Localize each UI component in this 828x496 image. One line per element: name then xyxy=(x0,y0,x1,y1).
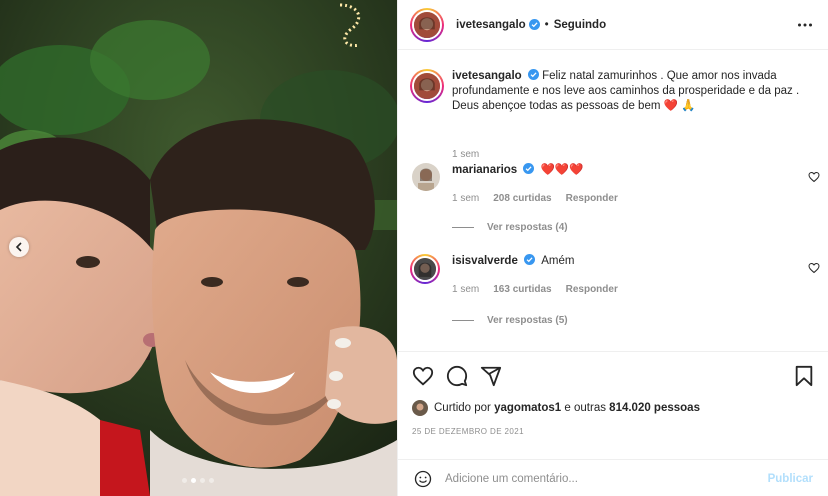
comment-avatar[interactable] xyxy=(410,254,440,284)
comment-avatar[interactable] xyxy=(412,163,440,191)
caption-body: ivetesangalo Feliz natal zamurinhos . Qu… xyxy=(452,69,822,114)
instagram-post: ivetesangalo • Seguindo ivetesangalo Fel… xyxy=(0,0,828,496)
header-separator: • xyxy=(544,18,549,31)
post-actions: Curtido por yagomatos1 e outras 814.020 … xyxy=(398,351,828,496)
caption-username-link[interactable]: ivetesangalo xyxy=(452,70,522,82)
comment-text: ❤️❤️❤️ xyxy=(540,164,584,176)
avatar-image xyxy=(412,163,440,191)
liked-by-middle: e outras xyxy=(564,402,606,414)
verified-icon xyxy=(528,19,540,30)
liked-by-prefix: Curtido por xyxy=(434,402,491,414)
carousel-dot xyxy=(200,478,205,483)
likes-count-link[interactable]: 814.020 pessoas xyxy=(609,402,700,414)
verified-icon xyxy=(527,69,539,80)
following-button[interactable]: Seguindo xyxy=(554,19,606,31)
bookmark-icon[interactable] xyxy=(793,365,815,387)
carousel-dot xyxy=(209,478,214,483)
view-replies-button[interactable]: Ver respostas (4) xyxy=(452,222,568,233)
more-icon[interactable] xyxy=(797,18,813,32)
replies-line xyxy=(452,227,474,228)
replies-line xyxy=(452,320,474,321)
view-replies-label: Ver respostas (4) xyxy=(487,222,568,233)
post-header: ivetesangalo • Seguindo xyxy=(398,0,828,50)
post-photo[interactable] xyxy=(0,0,397,496)
carousel-prev-button[interactable] xyxy=(9,237,29,257)
view-replies-label: Ver respostas (5) xyxy=(487,315,568,326)
comment-input[interactable] xyxy=(445,472,745,485)
emoji-icon[interactable] xyxy=(414,470,432,488)
carousel-dot-active xyxy=(191,478,196,483)
heart-icon[interactable] xyxy=(412,365,434,387)
author-avatar[interactable] xyxy=(410,7,444,42)
comment-text: Amém xyxy=(541,255,575,267)
avatar-image xyxy=(414,258,436,280)
liked-by: Curtido por yagomatos1 e outras 814.020 … xyxy=(412,400,700,416)
comment-username-link[interactable]: marianarios xyxy=(452,164,517,176)
verified-icon xyxy=(524,254,536,265)
publish-button[interactable]: Publicar xyxy=(768,473,813,485)
comment-likes[interactable]: 163 curtidas xyxy=(493,284,551,295)
comment-heart-icon[interactable] xyxy=(808,171,820,183)
photo-scene xyxy=(0,0,397,496)
chevron-left-icon xyxy=(15,242,22,252)
avatar-image xyxy=(412,400,428,416)
reply-button[interactable]: Responder xyxy=(566,284,618,295)
reply-button[interactable]: Responder xyxy=(566,193,618,204)
comment-time[interactable]: 1 sem xyxy=(452,284,479,295)
liker-avatar[interactable] xyxy=(412,400,428,416)
liked-by-user-link[interactable]: yagomatos1 xyxy=(494,402,561,414)
post-date[interactable]: 25 DE DEZEMBRO DE 2021 xyxy=(412,427,524,436)
caption-time[interactable]: 1 sem xyxy=(452,149,479,160)
carousel-dots xyxy=(182,478,214,483)
verified-icon xyxy=(523,163,535,174)
caption-emojis: ❤️ 🙏 xyxy=(663,100,696,112)
carousel-dot xyxy=(182,478,187,483)
comment-meta: 1 sem 163 curtidas Responder xyxy=(452,284,618,295)
add-comment-bar: Publicar xyxy=(398,459,828,496)
comment-icon[interactable] xyxy=(446,365,468,387)
comments-list: ivetesangalo Feliz natal zamurinhos . Qu… xyxy=(398,51,828,351)
share-icon[interactable] xyxy=(480,365,502,387)
caption-meta: 1 sem xyxy=(452,149,479,160)
comment-body: isisvalverde Amém xyxy=(452,254,792,269)
view-replies-button[interactable]: Ver respostas (5) xyxy=(452,315,568,326)
post-side-panel: ivetesangalo • Seguindo ivetesangalo Fel… xyxy=(397,0,828,496)
avatar-image xyxy=(414,73,440,99)
comment-heart-icon[interactable] xyxy=(808,262,820,274)
author-username-link[interactable]: ivetesangalo xyxy=(456,19,526,31)
comment-meta: 1 sem 208 curtidas Responder xyxy=(452,193,618,204)
comment-username-link[interactable]: isisvalverde xyxy=(452,255,518,267)
comment-likes[interactable]: 208 curtidas xyxy=(493,193,551,204)
comment-body: marianarios ❤️❤️❤️ xyxy=(452,163,792,178)
avatar-image xyxy=(414,11,440,38)
comment-time[interactable]: 1 sem xyxy=(452,193,479,204)
caption-avatar[interactable] xyxy=(410,69,444,103)
